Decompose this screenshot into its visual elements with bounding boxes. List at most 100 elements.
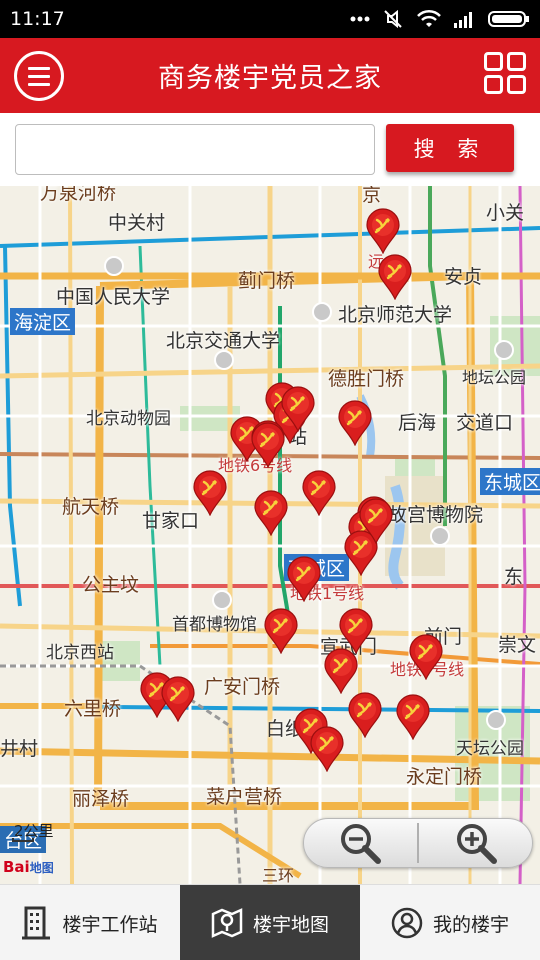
map-label: 万泉河桥 <box>40 186 117 204</box>
party-emblem-icon <box>193 470 227 516</box>
logo-text: Bai <box>3 858 30 876</box>
building-icon <box>22 906 51 940</box>
party-emblem-icon <box>302 470 336 516</box>
map-label: 中关村 <box>108 212 166 234</box>
menu-line <box>28 82 50 86</box>
map-label: 小关 <box>486 202 525 224</box>
bottom-nav: 楼宇工作站 楼宇地图 我的楼宇 <box>0 884 540 960</box>
map-label: 北京动物园 <box>86 409 171 429</box>
poi-marker <box>104 256 124 276</box>
battery-icon <box>488 11 529 27</box>
mute-icon <box>384 9 402 29</box>
poi-marker <box>214 350 234 370</box>
app-header: 商务楼宇党员之家 <box>0 38 540 113</box>
map-logo: Bai地图 <box>3 858 54 876</box>
map-label: 北京师范大学 <box>338 304 453 326</box>
party-emblem-icon <box>409 634 443 680</box>
map-label: 地坛公园 <box>462 368 527 387</box>
party-emblem-icon <box>324 648 358 694</box>
nav-label: 楼宇工作站 <box>62 913 158 936</box>
map-label: 广安门桥 <box>204 676 281 698</box>
party-pin-marker[interactable] <box>280 386 316 432</box>
party-pin-marker[interactable] <box>395 694 431 740</box>
nav-building-map[interactable]: 楼宇地图 <box>180 885 360 960</box>
map-label: 北京西站 <box>46 643 114 663</box>
map-label: 永定门桥 <box>406 766 483 788</box>
poi-marker <box>486 710 506 730</box>
party-pin-marker[interactable] <box>323 648 359 694</box>
party-emblem-icon <box>264 608 298 654</box>
map-label: 六里桥 <box>64 698 122 720</box>
map-label: 交道口 <box>456 412 514 434</box>
party-emblem-icon <box>287 556 321 602</box>
menu-line <box>28 74 50 78</box>
map-label: 三环 <box>262 866 295 884</box>
party-pin-marker[interactable] <box>377 254 413 300</box>
party-emblem-icon <box>281 386 315 432</box>
search-button[interactable]: 搜 索 <box>386 124 514 172</box>
app-title: 商务楼宇党员之家 <box>158 63 382 94</box>
party-emblem-icon <box>396 694 430 740</box>
map-label: 甘家口 <box>142 510 200 532</box>
grid-cell <box>507 75 526 94</box>
map-label: 故宫博物院 <box>388 504 484 526</box>
zoom-control <box>303 818 533 868</box>
party-emblem-icon <box>254 490 288 536</box>
map-label: 京 <box>362 186 382 206</box>
grid-cell <box>484 75 503 94</box>
party-emblem-icon <box>310 726 344 772</box>
party-pin-marker[interactable] <box>358 498 394 544</box>
party-emblem-icon <box>366 208 400 254</box>
party-pin-marker[interactable] <box>365 208 401 254</box>
poi-marker <box>430 526 450 546</box>
menu-line <box>28 66 50 70</box>
party-pin-marker[interactable] <box>337 400 373 446</box>
party-emblem-icon <box>348 692 382 738</box>
nav-building-station[interactable]: 楼宇工作站 <box>0 885 180 960</box>
user-icon <box>391 907 423 939</box>
party-pin-marker[interactable] <box>263 608 299 654</box>
party-pin-marker[interactable] <box>309 726 345 772</box>
party-pin-marker[interactable] <box>408 634 444 680</box>
search-input[interactable] <box>15 124 375 175</box>
party-pin-marker[interactable] <box>192 470 228 516</box>
zoom-in-icon <box>457 824 497 864</box>
map-label: 北京交通大学 <box>166 330 281 352</box>
party-pin-marker[interactable] <box>301 470 337 516</box>
nav-my-building[interactable]: 我的楼宇 <box>360 885 540 960</box>
party-pin-marker[interactable] <box>160 676 196 722</box>
grid-menu-button[interactable] <box>484 52 526 94</box>
map-label: 蓟门桥 <box>238 270 296 292</box>
map-label: 井村 <box>0 738 39 760</box>
status-icons <box>350 8 530 30</box>
map-label: 中国人民大学 <box>56 286 171 308</box>
poi-marker <box>212 590 232 610</box>
menu-button[interactable] <box>14 51 64 101</box>
map-label: 丽泽桥 <box>72 788 130 810</box>
status-bar: 11:17 <box>0 0 540 38</box>
party-pin-marker[interactable] <box>347 692 383 738</box>
zoom-out-button[interactable] <box>304 819 416 867</box>
zoom-in-button[interactable] <box>420 819 532 867</box>
grid-cell <box>507 52 526 71</box>
grid-cell <box>484 52 503 71</box>
district-label: 东城区 <box>480 468 540 495</box>
more-dots-icon <box>350 16 370 22</box>
nav-label: 我的楼宇 <box>432 913 509 936</box>
zoom-divider <box>417 823 419 863</box>
party-emblem-icon <box>359 498 393 544</box>
signal-icon <box>454 12 472 28</box>
map-label: 安贞 <box>444 266 483 288</box>
map-label: 公主坟 <box>82 574 140 596</box>
wifi-icon <box>417 9 441 27</box>
map-label: 东 <box>504 566 524 588</box>
party-pin-marker[interactable] <box>253 490 289 536</box>
map-label: 航天桥 <box>62 496 120 518</box>
map-view[interactable]: 万泉河桥 京 中关村 小关 蓟门桥 安贞 中国人民大学 海淀区 北京师范大学 北… <box>0 186 540 884</box>
scale-bar <box>12 838 34 842</box>
party-pin-marker[interactable] <box>286 556 322 602</box>
map-label: 德胜门桥 <box>328 368 405 390</box>
map-label: 后海 <box>398 412 437 434</box>
zoom-out-icon <box>341 824 381 864</box>
logo-sub: 地图 <box>29 861 54 875</box>
